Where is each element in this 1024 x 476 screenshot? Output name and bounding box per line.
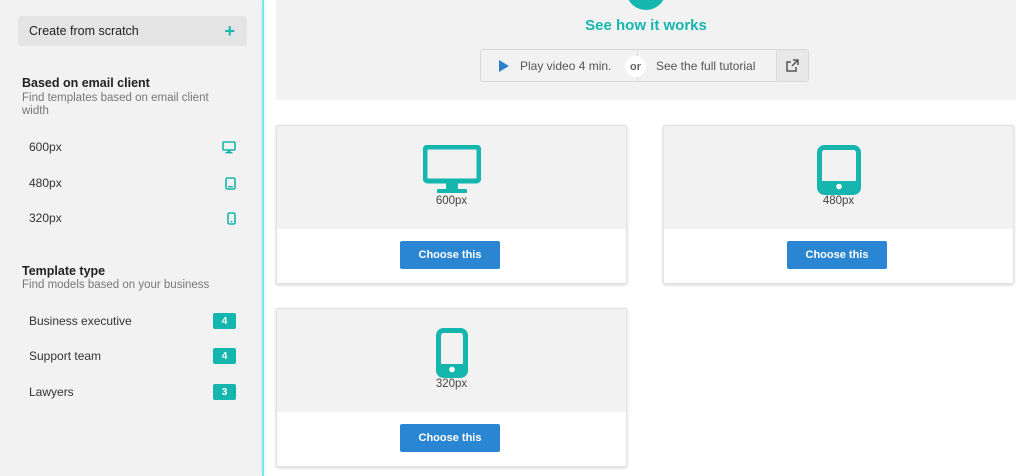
email-client-section-subtitle: Find templates based on email client wid… xyxy=(22,92,209,117)
external-link-button[interactable] xyxy=(776,50,808,81)
create-from-scratch-button[interactable]: Create from scratch + xyxy=(18,16,247,46)
sidebar-item-support-team[interactable]: Support team 4 xyxy=(18,341,247,371)
sidebar-item-320px[interactable]: 320px xyxy=(18,203,247,233)
tablet-icon xyxy=(225,176,236,190)
play-icon xyxy=(499,59,509,72)
sidebar-item-600px[interactable]: 600px xyxy=(18,132,247,162)
sidebar-item-business-executive[interactable]: Business executive 4 xyxy=(18,306,247,336)
play-video-label: Play video 4 min. xyxy=(520,58,612,73)
card-preview: 320px xyxy=(277,309,626,412)
template-card-320px: 320px Choose this xyxy=(276,308,627,467)
sidebar-item-label: 320px xyxy=(29,211,62,225)
card-preview: 480px xyxy=(664,126,1013,229)
sidebar-item-label: Lawyers xyxy=(29,385,74,399)
sidebar: Create from scratch + Based on email cli… xyxy=(0,0,262,476)
sidebar-item-480px[interactable]: 480px xyxy=(18,168,247,198)
card-footer: Choose this xyxy=(664,229,1013,283)
card-label: 480px xyxy=(822,195,855,207)
desktop-icon xyxy=(277,145,626,195)
full-tutorial-link[interactable]: See the full tutorial xyxy=(656,50,755,81)
card-preview: 600px xyxy=(277,126,626,229)
create-from-scratch-label: Create from scratch xyxy=(29,24,139,38)
sidebar-item-lawyers[interactable]: Lawyers 3 xyxy=(18,377,247,407)
tablet-icon xyxy=(664,145,1013,195)
template-type-section-subtitle: Find models based on your business xyxy=(22,279,210,291)
video-bar: Play video 4 min. or See the full tutori… xyxy=(480,49,809,82)
email-client-section-title: Based on email client xyxy=(22,76,150,90)
play-video-button[interactable]: Play video 4 min. xyxy=(481,50,638,81)
external-link-icon xyxy=(786,59,799,72)
card-label: 600px xyxy=(435,195,468,207)
or-separator: or xyxy=(625,56,646,77)
card-footer: Choose this xyxy=(277,229,626,283)
count-badge: 4 xyxy=(213,348,236,364)
count-badge: 4 xyxy=(213,313,236,329)
template-card-600px: 600px Choose this xyxy=(276,125,627,284)
choose-480px-button[interactable]: Choose this xyxy=(787,241,887,269)
how-it-works-title: See how it works xyxy=(585,17,707,34)
card-footer: Choose this xyxy=(277,412,626,466)
how-it-works-panel: See how it works Play video 4 min. or Se… xyxy=(276,0,1016,100)
sidebar-divider[interactable] xyxy=(262,0,264,476)
sidebar-item-label: 600px xyxy=(29,140,62,154)
count-badge: 3 xyxy=(213,384,236,400)
phone-icon xyxy=(277,328,626,378)
choose-320px-button[interactable]: Choose this xyxy=(400,424,500,452)
sidebar-item-label: 480px xyxy=(29,176,62,190)
template-type-section-title: Template type xyxy=(22,264,106,278)
template-card-480px: 480px Choose this xyxy=(663,125,1014,284)
card-label: 320px xyxy=(435,378,468,390)
phone-icon xyxy=(227,211,236,225)
sidebar-item-label: Support team xyxy=(29,349,102,363)
sidebar-item-label: Business executive xyxy=(29,314,132,328)
help-icon xyxy=(626,0,666,10)
plus-icon: + xyxy=(224,21,235,41)
choose-600px-button[interactable]: Choose this xyxy=(400,241,500,269)
desktop-icon xyxy=(222,140,236,154)
